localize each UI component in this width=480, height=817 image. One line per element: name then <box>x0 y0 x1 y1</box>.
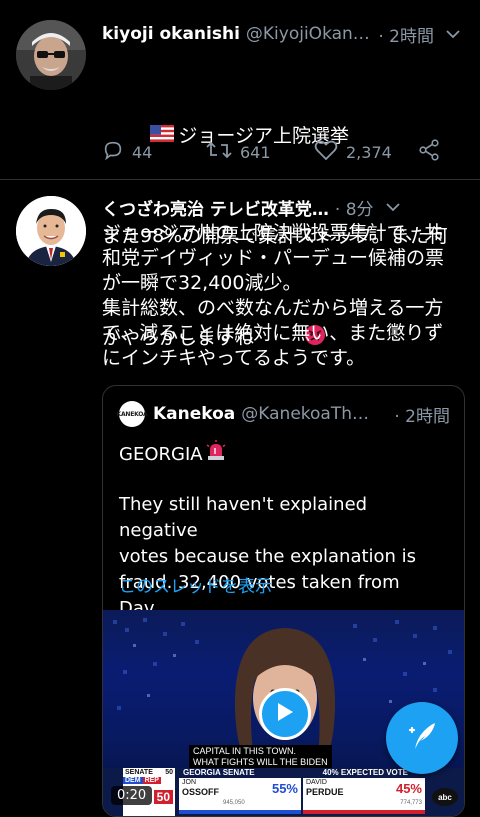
tweet-1-actions: 44 641 2,374 <box>102 138 460 166</box>
play-button[interactable] <box>259 688 311 740</box>
cand2-first: DAVID <box>306 779 327 786</box>
siren-icon <box>205 440 227 470</box>
senate-label: SENATE <box>125 769 153 776</box>
senate-rep-count: 50 <box>153 790 173 804</box>
retweet-icon <box>206 139 232 165</box>
play-icon <box>275 701 295 727</box>
timestamp[interactable]: · 8分 <box>335 195 374 220</box>
tweet-divider <box>0 179 480 180</box>
race-title: GEORGIA SENATE <box>183 768 255 777</box>
avatar-kutsuzawa[interactable] <box>16 196 86 266</box>
cand1-first: JON <box>182 779 196 786</box>
display-name[interactable]: kiyoji okanishi <box>102 24 240 44</box>
cand2-last: PERDUE <box>306 787 344 797</box>
tweet-2-text: ジョージア州の上院決戦投票集計で、共 和党デイヴィッド・パーデュー候補の票 が一… <box>102 222 445 369</box>
network-logo: abc <box>432 788 458 806</box>
quoted-user-handle[interactable]: @KanekoaTh… <box>241 404 390 424</box>
like-button[interactable]: 2,374 <box>314 139 418 165</box>
reply-button[interactable]: 44 <box>102 139 206 165</box>
avatar-kiyoji-okanishi[interactable] <box>16 20 86 90</box>
user-handle[interactable]: @KiyojiOkan… <box>246 24 372 44</box>
chevron-down-icon[interactable] <box>384 198 402 216</box>
rep-label: REP <box>142 777 161 784</box>
tweet-1-header: kiyoji okanishi @KiyojiOkan… · 2時間 <box>102 20 462 48</box>
caption-line-1: CAPITAL IN THIS TOWN. <box>193 746 297 756</box>
reply-icon <box>102 139 124 165</box>
timestamp[interactable]: · 2時間 <box>378 22 434 47</box>
cand2-votes: 774,773 <box>400 800 422 806</box>
show-thread-link[interactable]: このスレッドを表示 <box>119 574 450 600</box>
cand2-bar <box>303 810 425 814</box>
compose-feather-icon <box>404 718 440 758</box>
reply-count: 44 <box>132 142 153 162</box>
senate-dem-count: 50 <box>165 769 173 776</box>
share-button[interactable] <box>418 139 440 165</box>
retweet-count: 641 <box>240 142 271 162</box>
cand1-votes: 945,050 <box>223 800 245 806</box>
cand1-last: OSSOFF <box>182 787 220 797</box>
quoted-display-name[interactable]: Kanekoa <box>153 404 235 424</box>
video-duration: 0:20 <box>111 786 153 805</box>
quoted-title-line: GEORGIA <box>119 440 450 470</box>
expected-vote: 40% EXPECTED VOTE <box>322 768 408 777</box>
share-icon <box>418 139 440 165</box>
like-count: 2,374 <box>346 142 392 162</box>
quoted-line-1: GEORGIA <box>119 444 203 465</box>
quoted-tweet-header: KANEKOA Kanekoa @KanekoaTh… · 2時間 <box>117 400 450 428</box>
cand2-pct: 45% <box>395 781 422 796</box>
caption-line-2: WHAT FIGHTS WILL THE BIDEN <box>193 757 328 767</box>
kanekoa-avatar[interactable]: KANEKOA <box>117 401 148 427</box>
quoted-timestamp: · 2時間 <box>394 406 450 427</box>
cand1-bar <box>179 810 301 814</box>
tweet-2-header: くつざわ亮治 テレビ改革党… · 8分 <box>102 193 462 221</box>
cand1-pct: 55% <box>271 781 298 796</box>
race-header: GEORGIA SENATE 40% EXPECTED VOTE <box>183 768 408 777</box>
election-graphic: SENATE 50 DEM REP 50 GEORGIA SENATE 40% … <box>103 768 464 816</box>
candidate-perdue: DAVID PERDUE 45% 774,773 <box>303 778 425 814</box>
display-name[interactable]: くつざわ亮治 テレビ改革党… <box>102 195 329 220</box>
chevron-down-icon[interactable] <box>444 25 462 43</box>
dem-label: DEM <box>123 777 143 784</box>
video-caption: CAPITAL IN THIS TOWN. WHAT FIGHTS WILL T… <box>189 745 332 769</box>
quoted-body-text: They still haven't explained negative vo… <box>119 494 417 619</box>
candidate-ossoff: JON OSSOFF 55% 945,050 <box>179 778 301 814</box>
retweet-button[interactable]: 641 <box>206 139 314 165</box>
heart-icon <box>314 139 338 165</box>
compose-tweet-button[interactable] <box>386 702 458 774</box>
